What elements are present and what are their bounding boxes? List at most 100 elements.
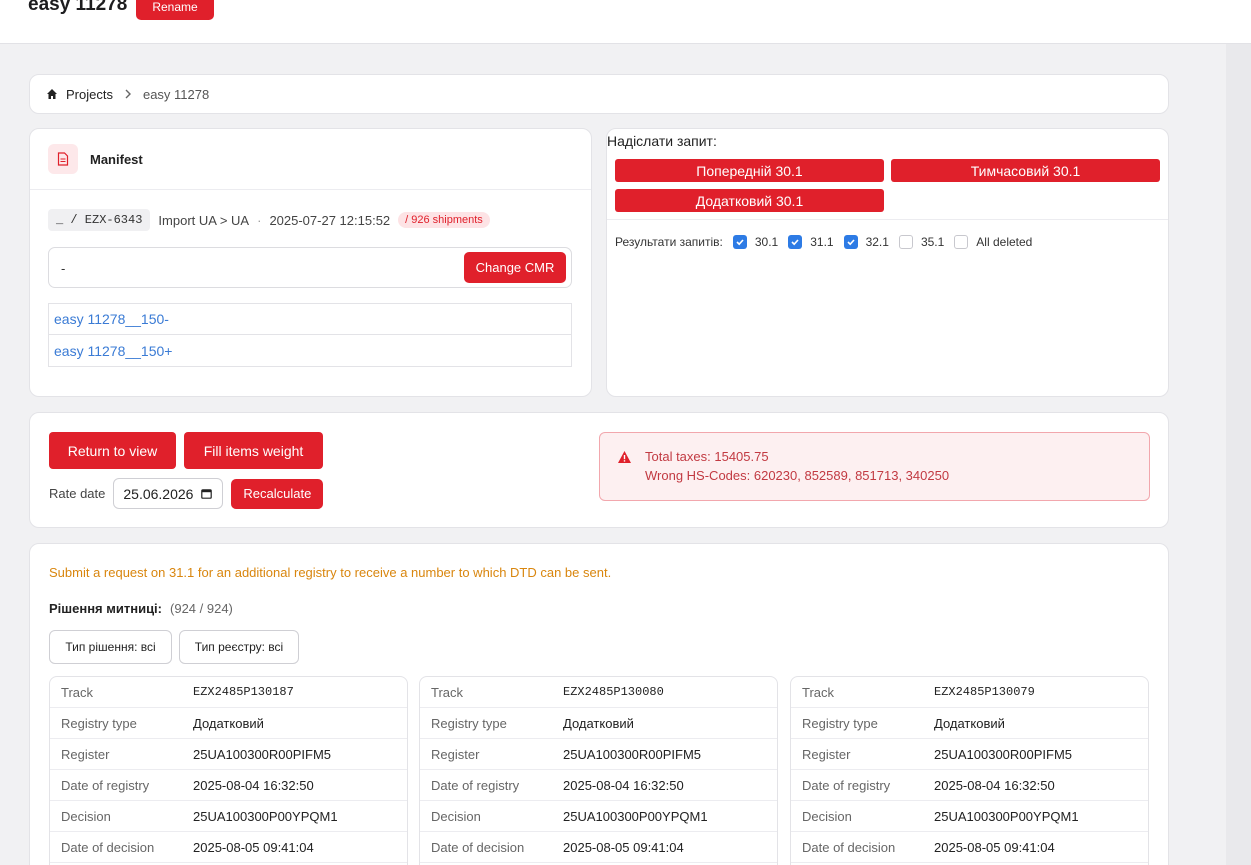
record-row: Decision 25UA100300P00YPQM1: [50, 801, 407, 832]
record-row: Registry type Додатковий: [50, 708, 407, 739]
customs-decisions-count: (924 / 924): [170, 601, 233, 616]
field-label: Track: [802, 684, 835, 700]
cmr-field: - Change CMR: [48, 247, 572, 288]
record-row: Decision 25UA100300P00YPQM1: [420, 801, 777, 832]
track-value: EZX2485P130187: [193, 685, 294, 699]
field-label: Registry type: [431, 715, 507, 731]
breadcrumb-projects-link[interactable]: Projects: [66, 87, 113, 102]
decision-value: 25UA100300P00YPQM1: [193, 808, 338, 824]
record-row: Track EZX2485P130079: [791, 677, 1148, 708]
register-value: 25UA100300R00PIFM5: [563, 746, 702, 762]
field-label: Date of decision: [431, 839, 525, 855]
field-label: Registry type: [802, 715, 878, 731]
checkbox-32-1[interactable]: [843, 235, 858, 249]
record-row: Date of registry 2025-08-04 16:32:50: [791, 770, 1148, 801]
decision-record: Track EZX2485P130079 Registry type Додатко…: [790, 676, 1149, 865]
preliminary-30-1-button[interactable]: Попередній 30.1: [615, 159, 884, 182]
track-value: EZX2485P130079: [934, 685, 1035, 699]
total-taxes-text: Total taxes: 15405.75: [645, 449, 769, 464]
results-label: Результати запитів:: [615, 235, 723, 249]
field-label: Date of decision: [802, 839, 896, 855]
record-row: Registry type Додатковий: [791, 708, 1148, 739]
breadcrumb-current: easy 11278: [142, 86, 210, 102]
date-registry-value: 2025-08-04 16:32:50: [193, 777, 314, 793]
actions-card: Return to view Fill items weight Rate da…: [29, 412, 1169, 528]
record-row: Date of decision 2025-08-05 09:41:04: [420, 832, 777, 863]
change-cmr-button[interactable]: Change CMR: [464, 252, 566, 283]
field-label: Decision: [802, 808, 852, 824]
record-row: Date of decision 2025-08-05 09:41:04: [50, 832, 407, 863]
registry-type-filter[interactable]: Тип реєстру: всі: [179, 630, 299, 664]
checkbox-32-1-label: 32.1: [865, 235, 889, 249]
home-icon: [47, 89, 57, 99]
field-label: Register: [61, 746, 110, 762]
decision-record: Track EZX2485P130187 Registry type Додатко…: [49, 676, 408, 865]
manifest-title: Manifest: [90, 151, 143, 167]
record-row: Register 25UA100300R00PIFM5: [420, 739, 777, 770]
checkbox-all-deleted[interactable]: [954, 235, 969, 249]
manifest-meta: _ / EZX-6343 Import UA > UA · 2025-07-27…: [48, 209, 490, 231]
record-row: Decision 25UA100300P00YPQM1: [791, 801, 1148, 832]
manifest-links: easy 11278__150- easy 11278__150+: [48, 303, 572, 367]
customs-decisions-heading: Рішення митниці: (924 / 924): [49, 601, 233, 616]
additional-30-1-button[interactable]: Додатковий 30.1: [615, 189, 884, 212]
decision-type-filter[interactable]: Тип рішення: всі: [49, 630, 172, 664]
manifest-link-150-minus[interactable]: easy 11278__150-: [48, 303, 572, 335]
calendar-icon[interactable]: [201, 488, 213, 499]
request-card: Надіслати запит: Попередній 30.1 Тимчасо…: [606, 128, 1169, 397]
checkbox-all-deleted-label: All deleted: [976, 235, 1033, 249]
manifest-header: Manifest: [30, 129, 591, 190]
meta-separator: ·: [257, 212, 262, 228]
record-row: Date of registry 2025-08-04 16:32:50: [50, 770, 407, 801]
shipments-badge: / 926 shipments: [398, 212, 490, 228]
record-row: Track EZX2485P130187: [50, 677, 407, 708]
date-decision-value: 2025-08-05 09:41:04: [193, 839, 314, 855]
cmr-value: -: [61, 261, 66, 276]
date-decision-value: 2025-08-05 09:41:04: [934, 839, 1055, 855]
request-divider: [607, 219, 1168, 220]
top-bar: easy 11278 Rename: [0, 0, 1251, 44]
document-icon: [48, 144, 78, 174]
manifest-card: Manifest _ / EZX-6343 Import UA > UA · 2…: [29, 128, 592, 397]
page-title: easy 11278: [28, 0, 128, 15]
date-registry-value: 2025-08-04 16:32:50: [934, 777, 1055, 793]
field-label: Track: [61, 684, 94, 700]
registry-type-value: Додатковий: [934, 715, 1005, 731]
checkbox-30-1-label: 30.1: [754, 235, 779, 249]
register-value: 25UA100300R00PIFM5: [934, 746, 1073, 762]
recalculate-button[interactable]: Recalculate: [231, 478, 324, 509]
record-row: Date of decision 2025-08-05 09:41:04: [791, 832, 1148, 863]
field-label: Date of decision: [61, 839, 155, 855]
taxes-alert: Total taxes: 15405.75 Wrong HS-Codes: 62…: [599, 432, 1150, 501]
manifest-route: Import UA > UA: [158, 212, 250, 228]
chevron-right-icon: [125, 89, 131, 99]
checkbox-30-1[interactable]: [732, 235, 747, 249]
decision-value: 25UA100300P00YPQM1: [563, 808, 708, 824]
field-label: Registry type: [61, 715, 137, 731]
manifest-link-150-plus[interactable]: easy 11278__150+: [48, 335, 572, 367]
date-registry-value: 2025-08-04 16:32:50: [563, 777, 684, 793]
checkbox-31-1-label: 31.1: [810, 235, 834, 249]
field-label: Date of registry: [802, 777, 891, 793]
rate-date-row: Rate date 25.06.2026 Recalculate: [49, 478, 324, 509]
return-to-view-button[interactable]: Return to view: [49, 432, 176, 469]
record-row: Register 25UA100300R00PIFM5: [50, 739, 407, 770]
decision-value: 25UA100300P00YPQM1: [934, 808, 1079, 824]
right-gutter: [1226, 44, 1251, 865]
rename-button[interactable]: Rename: [136, 0, 214, 20]
checkbox-31-1[interactable]: [788, 235, 803, 249]
record-row: Date of registry 2025-08-04 16:32:50: [420, 770, 777, 801]
temporary-30-1-button[interactable]: Тимчасовий 30.1: [891, 159, 1160, 182]
decisions-card: Submit a request on 31.1 for an addition…: [29, 543, 1169, 865]
submit-notice: Submit a request on 31.1 for an addition…: [49, 565, 612, 580]
rate-date-input[interactable]: 25.06.2026: [113, 478, 224, 509]
checkbox-35-1-label: 35.1: [920, 235, 945, 249]
fill-items-weight-button[interactable]: Fill items weight: [184, 432, 323, 469]
manifest-code: _ / EZX-6343: [48, 209, 151, 231]
registry-type-value: Додатковий: [563, 715, 634, 731]
field-label: Track: [431, 684, 464, 700]
checkbox-35-1[interactable]: [898, 235, 913, 249]
field-label: Register: [802, 746, 851, 762]
record-row: Track EZX2485P130080: [420, 677, 777, 708]
date-decision-value: 2025-08-05 09:41:04: [563, 839, 684, 855]
